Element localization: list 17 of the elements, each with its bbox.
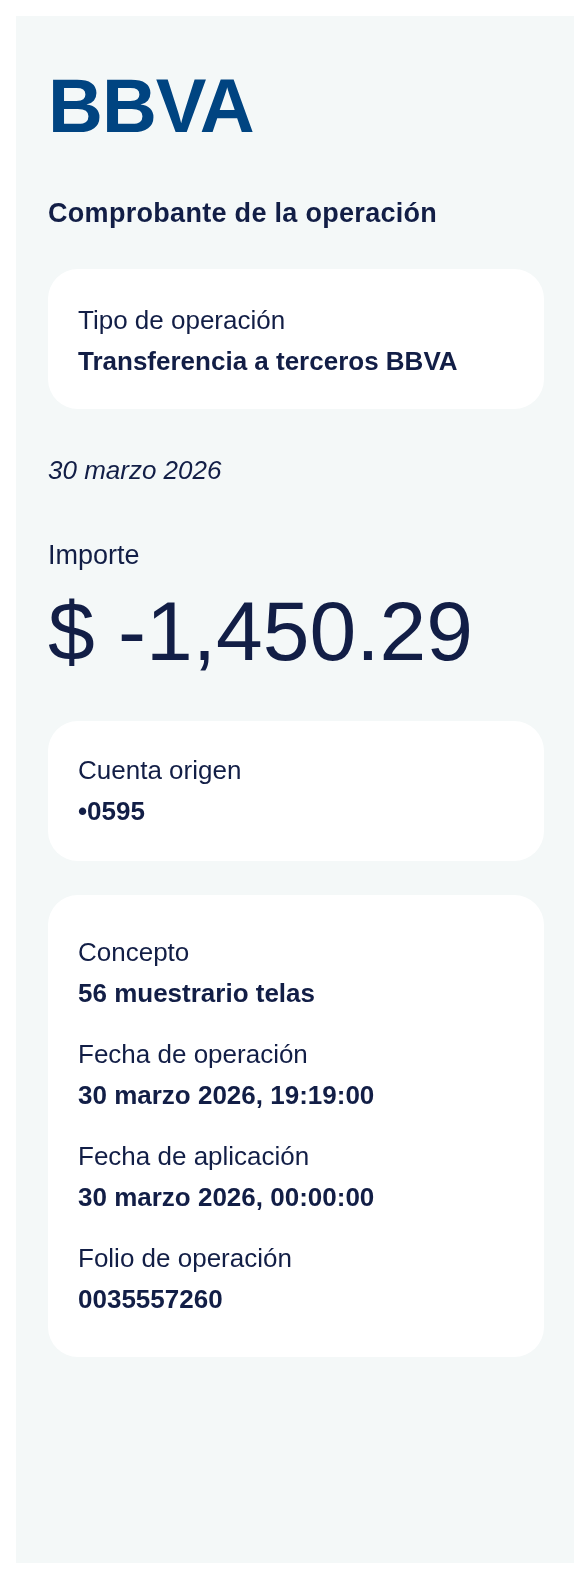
field-value: Transferencia a terceros BBVA — [78, 345, 459, 378]
receipt-date: 30 marzo 2026 — [48, 455, 223, 486]
field-value: 56 muestrario telas — [78, 977, 316, 1010]
field-value: 0035557260 — [78, 1283, 224, 1316]
field-label: Fecha de aplicación — [78, 1140, 311, 1173]
field-value: •0595 — [78, 795, 146, 828]
amount-value: $ -1,450.29 — [48, 583, 474, 680]
bank-logo: BBVA — [48, 68, 254, 144]
field-label: Folio de operación — [78, 1242, 293, 1275]
amount-label: Importe — [48, 540, 141, 571]
field-value: 30 marzo 2026, 00:00:00 — [78, 1181, 376, 1214]
field-value: 30 marzo 2026, 19:19:00 — [78, 1079, 376, 1112]
field-label: Fecha de operación — [78, 1038, 309, 1071]
field-label: Concepto — [78, 936, 191, 969]
field-label: Cuenta origen — [78, 754, 243, 787]
field-label: Tipo de operación — [78, 304, 287, 337]
receipt-title: Comprobante de la operación — [48, 198, 439, 229]
